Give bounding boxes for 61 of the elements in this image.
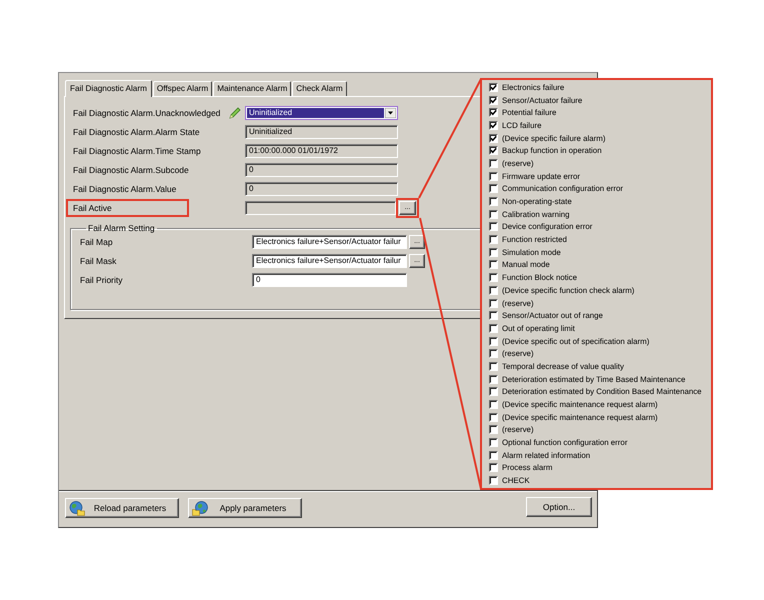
checkbox[interactable] <box>489 184 498 194</box>
checkbox[interactable] <box>489 96 498 105</box>
checkbox[interactable] <box>489 412 498 422</box>
dropdown-arrow-icon[interactable] <box>385 108 396 118</box>
checkbox[interactable] <box>489 120 498 130</box>
dropdown[interactable]: Uninitialized <box>245 106 398 120</box>
checkbox[interactable] <box>489 260 498 270</box>
tab[interactable]: Maintenance Alarm <box>213 81 292 96</box>
text-field[interactable]: 01:00:00.000 01/01/1972 <box>245 144 398 158</box>
checkbox[interactable] <box>489 374 498 384</box>
field-label: Fail Priority <box>80 275 123 285</box>
field-label: Fail Diagnostic Alarm.Value <box>73 183 176 196</box>
text-field[interactable]: Electronics failure+Sensor/Actuator failur <box>252 254 407 268</box>
checkbox[interactable] <box>489 197 498 206</box>
checkbox[interactable] <box>489 425 498 434</box>
field-label: Fail Active <box>73 203 112 213</box>
text-field[interactable]: 0 <box>245 163 398 177</box>
checkbox[interactable] <box>489 336 498 346</box>
text-field[interactable]: Uninitialized <box>245 125 398 139</box>
checkbox[interactable] <box>489 222 498 232</box>
field-label: Fail Diagnostic Alarm.Subcode <box>73 164 189 177</box>
checkbox[interactable] <box>489 349 498 358</box>
checkbox[interactable] <box>489 235 498 244</box>
checkbox[interactable] <box>489 387 498 396</box>
text-field[interactable]: 0 <box>252 273 407 287</box>
checkbox[interactable] <box>489 463 498 472</box>
tab[interactable]: Offspec Alarm <box>152 81 212 96</box>
checkbox[interactable] <box>489 248 498 257</box>
field-label: Fail Map <box>80 237 113 247</box>
checkbox[interactable] <box>489 476 498 486</box>
action-button[interactable]: Reload parameters <box>65 498 179 518</box>
text-field[interactable]: Electronics failure+Sensor/Actuator failur <box>252 235 407 249</box>
field-label: Fail Mask <box>80 256 116 266</box>
checkbox[interactable] <box>489 172 498 181</box>
field-label: Fail Diagnostic Alarm.Alarm State <box>73 126 200 139</box>
group-title: Fail Alarm Setting <box>87 223 156 233</box>
checkbox[interactable] <box>489 146 498 156</box>
text-field[interactable]: 0 <box>245 182 398 196</box>
field-label: Fail Diagnostic Alarm.Unacknowledged <box>73 107 220 120</box>
checkbox[interactable] <box>489 438 498 448</box>
checkbox[interactable] <box>489 108 498 118</box>
globe-folder-icon <box>192 500 208 516</box>
field-label: Fail Diagnostic Alarm.Time Stamp <box>73 145 201 158</box>
tab[interactable]: Fail Diagnostic Alarm <box>65 80 152 97</box>
checkbox[interactable] <box>489 450 498 460</box>
checkbox[interactable] <box>489 210 498 219</box>
checkbox[interactable] <box>489 158 498 168</box>
globe-folder-icon <box>69 500 85 516</box>
checkbox[interactable] <box>489 134 498 143</box>
checkbox[interactable] <box>489 311 498 320</box>
checkbox[interactable] <box>489 324 498 333</box>
checkbox[interactable] <box>489 362 498 371</box>
text-field[interactable] <box>245 201 396 215</box>
action-button[interactable]: Apply parameters <box>188 498 302 518</box>
tab[interactable]: Check Alarm <box>292 81 347 96</box>
option-button[interactable]: Option... <box>526 497 592 517</box>
checkbox[interactable] <box>489 273 498 282</box>
checkbox[interactable] <box>489 298 498 308</box>
checkbox[interactable] <box>489 286 498 295</box>
checkbox[interactable] <box>489 82 498 92</box>
checkbox[interactable] <box>489 400 498 410</box>
